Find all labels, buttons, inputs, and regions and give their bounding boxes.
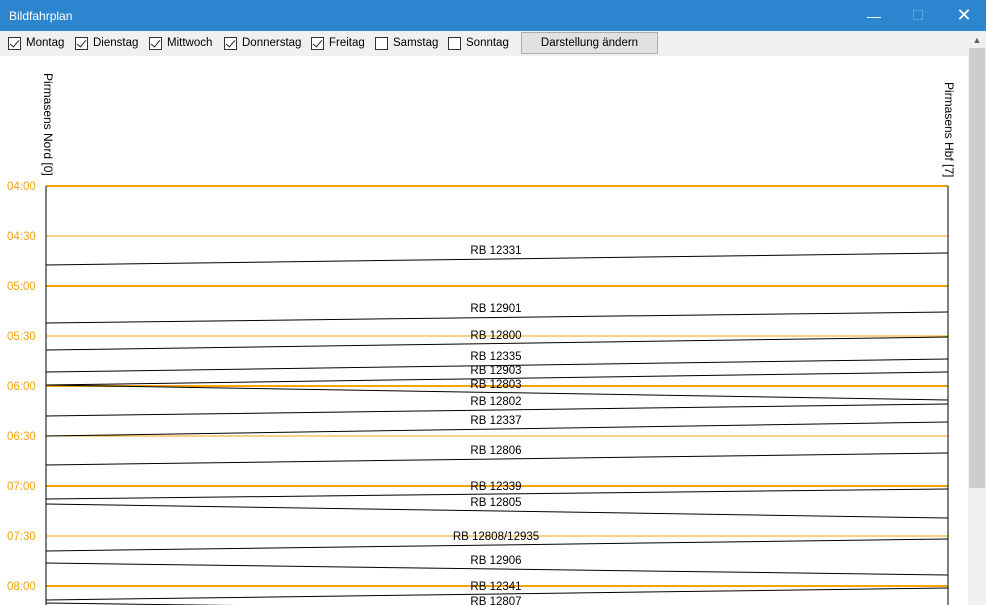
time-label: 04:00 xyxy=(7,181,36,193)
train-label: RB 12331 xyxy=(470,245,521,257)
checkbox-freitag[interactable]: Freitag xyxy=(311,36,365,50)
train-label: RB 12800 xyxy=(470,330,521,342)
minimize-icon: — xyxy=(867,7,881,24)
scroll-up-arrow-icon[interactable]: ▲ xyxy=(968,31,986,48)
checkbox-mittwoch[interactable]: Mittwoch xyxy=(149,36,212,50)
checkbox-box xyxy=(448,36,461,50)
checkbox-donnerstag[interactable]: Donnerstag xyxy=(224,36,301,50)
close-button[interactable]: ✕ xyxy=(942,0,986,31)
time-label: 07:00 xyxy=(7,481,36,493)
checkbox-label: Samstag xyxy=(393,37,439,49)
time-label: 04:30 xyxy=(7,231,36,243)
train-label: RB 12339 xyxy=(470,481,521,493)
window: Bildfahrplan — ☐ ✕ Montag Dienstag Mittw… xyxy=(0,0,986,605)
checkbox-label: Sonntag xyxy=(466,37,509,49)
checkbox-samstag[interactable]: Samstag xyxy=(375,36,438,50)
maximize-icon: ☐ xyxy=(911,7,925,23)
time-label: 06:00 xyxy=(7,381,36,393)
toolbar: Montag Dienstag Mittwoch Donnerstag Frei… xyxy=(0,31,986,56)
minimize-button[interactable]: — xyxy=(852,0,896,31)
time-label: 07:30 xyxy=(7,531,36,543)
train-label: RB 12335 xyxy=(470,351,521,363)
train-label: RB 12808/12935 xyxy=(453,531,539,543)
train-label: RB 12806 xyxy=(470,445,521,457)
train-label: RB 12337 xyxy=(470,415,521,427)
time-label: 05:00 xyxy=(7,281,36,293)
train-label: RB 12802 xyxy=(470,396,521,408)
checkbox-box xyxy=(375,36,388,50)
checkbox-label: Dienstag xyxy=(93,37,139,49)
checkbox-montag[interactable]: Montag xyxy=(8,36,64,50)
train-label: RB 12903 xyxy=(470,365,521,377)
station-label-right: Pirmasens Hbf [7] xyxy=(942,82,956,177)
checkbox-label: Donnerstag xyxy=(242,37,302,49)
checkbox-box xyxy=(75,36,88,50)
window-title: Bildfahrplan xyxy=(9,9,73,23)
checkbox-box xyxy=(224,36,237,50)
time-label: 06:30 xyxy=(7,431,36,443)
checkbox-label: Freitag xyxy=(329,37,365,49)
checkbox-label: Mittwoch xyxy=(167,37,213,49)
train-label: RB 12906 xyxy=(470,555,521,567)
train-label: RB 12341 xyxy=(470,581,521,593)
scroll-thumb[interactable] xyxy=(969,48,985,488)
checkbox-box xyxy=(149,36,162,50)
vertical-scrollbar[interactable]: ▲ xyxy=(968,31,986,605)
close-icon: ✕ xyxy=(956,5,972,25)
checkbox-box xyxy=(8,36,21,50)
title-bar: Bildfahrplan — ☐ ✕ xyxy=(0,0,986,31)
timetable-graph: Pirmasens Nord [0] Pirmasens Hbf [7] 04:00… xyxy=(7,73,956,605)
train-label: RB 12807 xyxy=(470,596,521,605)
time-label: 05:30 xyxy=(7,331,36,343)
checkbox-box xyxy=(311,36,324,50)
checkbox-dienstag[interactable]: Dienstag xyxy=(75,36,138,50)
train-label: RB 12803 xyxy=(470,379,521,391)
checkbox-sonntag[interactable]: Sonntag xyxy=(448,36,509,50)
maximize-button[interactable]: ☐ xyxy=(896,0,940,31)
change-display-button[interactable]: Darstellung ändern xyxy=(521,32,658,54)
checkbox-label: Montag xyxy=(26,37,65,49)
train-label: RB 12805 xyxy=(470,497,521,509)
timetable-canvas: Pirmasens Nord [0] Pirmasens Hbf [7] 04:00… xyxy=(0,56,968,605)
time-label: 08:00 xyxy=(7,581,36,593)
station-label-left: Pirmasens Nord [0] xyxy=(41,73,55,176)
train-label: RB 12901 xyxy=(470,303,521,315)
